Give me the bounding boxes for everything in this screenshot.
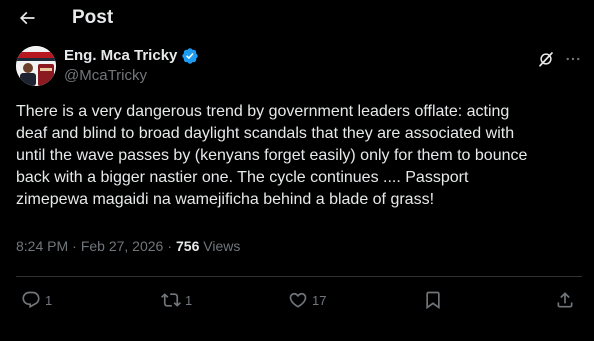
avatar[interactable] <box>16 46 56 86</box>
post-text: There is a very dangerous trend by gover… <box>16 103 528 208</box>
back-button[interactable] <box>14 6 40 30</box>
grok-button[interactable] <box>536 49 556 69</box>
bookmark-button[interactable] <box>423 290 443 310</box>
share-icon <box>557 292 573 308</box>
author-name-row: Eng. Mca Tricky <box>64 47 199 65</box>
more-horizontal-icon <box>566 57 580 61</box>
repost-button[interactable]: 1 <box>161 290 192 310</box>
reply-button[interactable]: 1 <box>21 290 52 310</box>
heart-icon <box>289 292 307 308</box>
repost-icon <box>161 293 181 307</box>
arrow-left-icon <box>19 11 35 25</box>
page-title: Post <box>72 7 114 28</box>
post-meta: 8:24 PM · Feb 27, 2026 · 756 Views <box>16 237 240 255</box>
post-date[interactable]: Feb 27, 2026 <box>81 237 164 255</box>
top-bar: Post <box>0 0 594 36</box>
repost-count: 1 <box>185 292 193 308</box>
meta-separator: · <box>72 238 77 254</box>
meta-separator: · <box>167 238 172 254</box>
more-options-button[interactable] <box>563 49 583 69</box>
avatar-image <box>16 46 56 86</box>
post-time[interactable]: 8:24 PM <box>16 237 68 255</box>
verified-badge-icon[interactable] <box>181 47 199 65</box>
views-label: Views <box>203 238 241 254</box>
bookmark-icon <box>426 291 440 310</box>
like-button[interactable]: 17 <box>288 290 326 310</box>
like-count: 17 <box>312 292 327 308</box>
author-handle[interactable]: @McaTricky <box>64 67 147 85</box>
author-name[interactable]: Eng. Mca Tricky <box>64 47 177 65</box>
post-page: Post Eng. Mca Tricky @McaTricky There is… <box>0 0 594 341</box>
reply-count: 1 <box>45 292 53 308</box>
reply-icon <box>22 291 40 309</box>
share-button[interactable] <box>555 290 575 310</box>
grok-icon <box>539 52 553 67</box>
views-count: 756 <box>176 238 200 254</box>
divider <box>16 276 582 277</box>
